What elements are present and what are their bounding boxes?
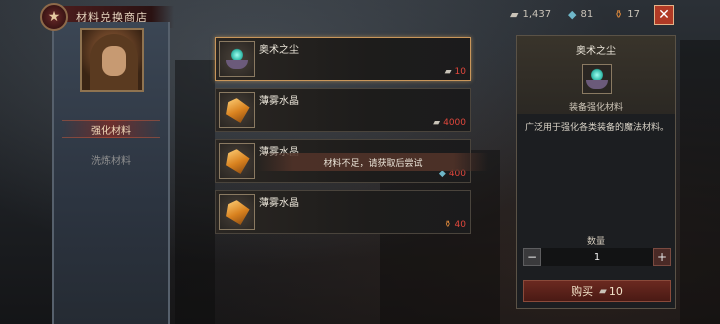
currency-platinum: ▰ 1,437	[510, 8, 551, 21]
item-thumb	[219, 143, 255, 179]
detail-description: 广泛用于强化各类装备的魔法材料。	[525, 123, 670, 133]
arcane-dust-icon	[224, 48, 250, 70]
item-name: 奥术之尘	[259, 45, 299, 56]
item-thumb	[219, 194, 255, 230]
item-price: ▰ 10	[445, 67, 466, 77]
quantity-minus-button[interactable]: −	[523, 248, 541, 266]
shop-item[interactable]: 奥术之尘 ▰ 10	[215, 37, 471, 81]
platinum-icon: ▰	[599, 285, 607, 297]
arcane-dust-icon	[584, 68, 610, 90]
platinum-icon: ▰	[510, 8, 519, 21]
item-thumb	[219, 41, 255, 77]
buy-button[interactable]: 购买 ▰ 10	[523, 280, 671, 302]
item-price-value: 4000	[443, 118, 466, 128]
item-detail-panel: 奥术之尘 装备强化材料 广泛用于强化各类装备的魔法材料。 数量 − 1 + 购买…	[516, 35, 676, 309]
shop-item[interactable]: 薄雾水晶 ⚱ 40	[215, 190, 471, 234]
currency-potion: ⚱ 17	[614, 8, 640, 21]
item-name: 薄雾水晶	[259, 198, 299, 209]
quantity-plus-button[interactable]: +	[653, 248, 671, 266]
insufficient-materials-toast: 材料不足，请获取后尝试	[258, 153, 488, 171]
misty-crystal-icon	[223, 198, 251, 226]
quantity-value[interactable]: 1	[541, 248, 653, 266]
close-button[interactable]: ✕	[654, 5, 674, 25]
potion-icon: ⚱	[614, 8, 624, 21]
item-price: ▰ 4000	[433, 118, 466, 128]
detail-category: 装备强化材料	[568, 103, 623, 113]
quantity-stepper: − 1 +	[523, 248, 671, 266]
item-price-value: 40	[454, 220, 466, 230]
shop-item[interactable]: 薄雾水晶 ▰ 4000	[215, 88, 471, 132]
detail-thumb	[582, 64, 612, 94]
currency-gem: ◆ 81	[568, 8, 593, 21]
potion-icon: ⚱	[444, 220, 452, 230]
currency-potion-value: 17	[627, 9, 640, 20]
item-name: 薄雾水晶	[259, 96, 299, 107]
misty-crystal-icon	[223, 96, 251, 124]
buy-button-label: 购买	[571, 285, 594, 298]
quantity-label: 数量	[586, 237, 605, 247]
background-building	[680, 40, 720, 324]
currency-platinum-value: 1,437	[522, 9, 552, 20]
buy-button-price: 10	[608, 284, 623, 298]
background-building	[175, 60, 215, 324]
portrait-face	[102, 46, 126, 76]
tab-refine-materials[interactable]: 洗炼材料	[62, 150, 160, 168]
currency-gem-value: 81	[580, 9, 594, 20]
detail-title: 奥术之尘	[576, 46, 616, 57]
item-thumb	[219, 92, 255, 128]
gem-icon: ◆	[568, 8, 577, 21]
tab-enhance-materials[interactable]: 强化材料	[62, 120, 160, 138]
item-price-value: 10	[454, 67, 466, 77]
misty-crystal-icon	[223, 147, 251, 175]
platinum-icon: ▰	[444, 67, 452, 77]
star-emblem-icon: ★	[40, 3, 68, 31]
platinum-icon: ▰	[433, 118, 441, 128]
merchant-portrait	[80, 28, 144, 92]
item-price: ⚱ 40	[444, 220, 466, 230]
